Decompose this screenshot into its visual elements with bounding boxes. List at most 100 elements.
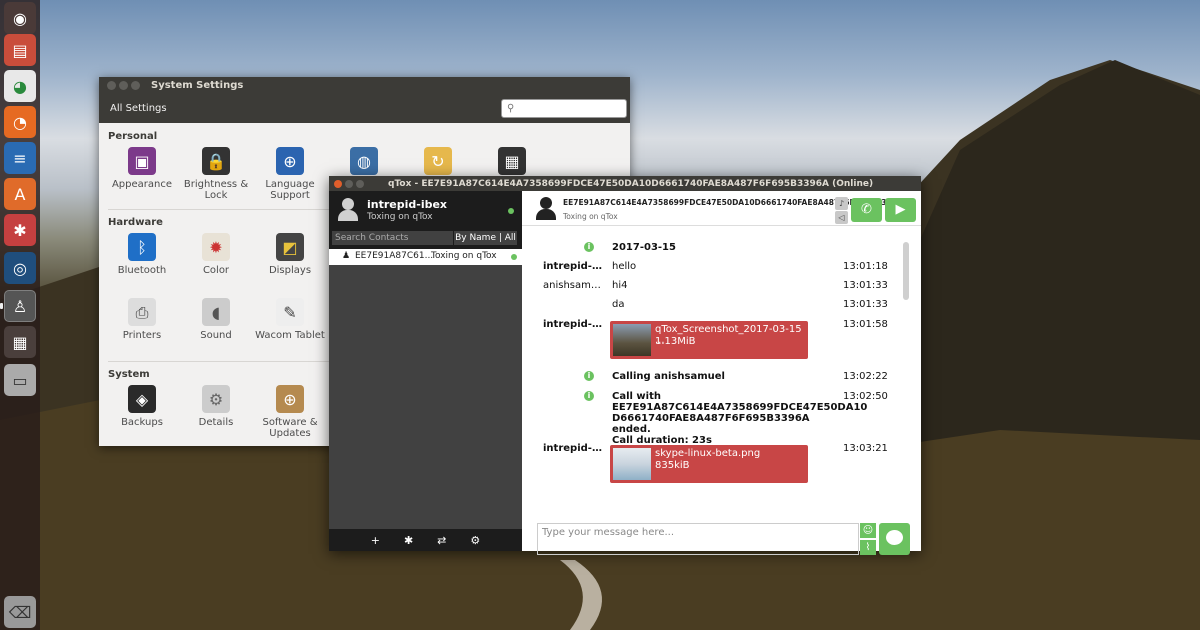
files-icon[interactable]: ▤ [4, 34, 36, 66]
qtox-titlebar: qTox - EE7E91A87C614E4A7358699FDCE47E50D… [329, 176, 921, 191]
settings-search-input[interactable]: ⚲ [501, 99, 627, 118]
message-input[interactable]: Type your message here... [537, 523, 859, 555]
settings-item-hidden-1[interactable]: ◍ [327, 147, 401, 179]
settings-title: System Settings [151, 80, 244, 91]
steam-icon[interactable]: ◎ [4, 252, 36, 284]
file-size: 835kiB [655, 460, 690, 471]
sidebar-toolbar: + ✱ ⇄ ⚙ [329, 529, 522, 551]
settings-item-hidden-3[interactable]: ▦ [475, 147, 549, 179]
time-icon: ↻ [424, 147, 452, 175]
settings-item-color[interactable]: ✹ Color [179, 233, 253, 276]
online-status-icon [511, 254, 517, 260]
file-message: intrepid-i... 13:01:58 qTox_Screenshot_2… [522, 319, 921, 364]
close-icon[interactable] [107, 81, 116, 90]
contact-list-item[interactable]: ♟ EE7E91A87C61... Toxing on qTox [329, 249, 522, 265]
video-call-button[interactable]: ▶ [885, 198, 916, 222]
file-transfer-card[interactable]: skype-linux-beta.png 835kiB [610, 445, 808, 483]
settings-gear-icon[interactable]: ⚙ [470, 534, 480, 547]
info-icon: i [584, 242, 594, 252]
drive-icon[interactable]: ▭ [4, 364, 36, 396]
message-time: 13:01:58 [843, 319, 888, 330]
software-center-icon[interactable]: A [4, 178, 36, 210]
settings-item-software[interactable]: ⊕ Software & Updates [253, 385, 327, 439]
settings-item-label: Printers [122, 330, 162, 341]
settings-item-sound[interactable]: ◖ Sound [179, 298, 253, 341]
settings-item-label: Software & Updates [262, 417, 318, 439]
message-text: da [612, 299, 625, 310]
groupchat-icon[interactable]: ✱ [404, 534, 413, 547]
settings-item-backups[interactable]: ◈ Backups [105, 385, 179, 428]
file-thumbnail [613, 324, 651, 356]
emoji-button[interactable]: ☺ [860, 523, 876, 538]
sort-filter-button[interactable]: By Name | All [454, 231, 517, 245]
system-tools-icon[interactable]: ✱ [4, 214, 36, 246]
settings-item-appearance[interactable]: ▣ Appearance [105, 147, 179, 190]
trash-icon[interactable]: ⌫ [4, 596, 36, 628]
minimize-icon[interactable] [119, 81, 128, 90]
smiley-icon: ☺ [862, 525, 874, 536]
message-time: 13:03:21 [843, 443, 888, 454]
minimize-icon[interactable] [345, 179, 353, 188]
video-camera-icon: ▶ [895, 202, 906, 217]
settings-item-printers[interactable]: ⎙ Printers [105, 298, 179, 341]
chat-panel: EE7E91A87C614E4A7358699FDCE47E50DA10D666… [522, 191, 921, 555]
maximize-icon[interactable] [356, 179, 364, 188]
settings-item-label: Color [202, 265, 230, 276]
privacy-icon: ◍ [350, 147, 378, 175]
message-sender: intrepid-i... [543, 443, 603, 454]
message-time: 13:02:50 [843, 391, 888, 402]
settings-item-details[interactable]: ⚙ Details [179, 385, 253, 428]
volume-icon[interactable]: ◁ [835, 211, 848, 224]
phone-icon: ✆ [861, 202, 872, 217]
transfers-icon[interactable]: ⇄ [437, 534, 446, 547]
unity-launcher: ◉ ▤ ◕ ◔ ≡ A ✱ ◎ ♙ ▦ ▭ ⌫ [0, 0, 40, 630]
attach-file-button[interactable]: ⌇ [860, 540, 876, 555]
settings-item-label: Bluetooth [117, 265, 167, 276]
running-indicator [0, 303, 3, 309]
firefox-icon[interactable]: ◔ [4, 106, 36, 138]
chrome-icon[interactable]: ◕ [4, 70, 36, 102]
chat-header: EE7E91A87C614E4A7358699FDCE47E50DA10D666… [522, 191, 921, 226]
message-time: 13:01:33 [843, 299, 888, 310]
chat-scrollbar[interactable] [903, 242, 909, 300]
message-text: hello [612, 261, 637, 272]
all-settings-button[interactable]: All Settings [110, 103, 167, 114]
paperclip-icon: ⌇ [865, 542, 871, 553]
audio-call-button[interactable]: ✆ [851, 198, 882, 222]
friend-status: Toxing on qTox [563, 212, 618, 221]
microphone-icon[interactable]: ♪ [835, 197, 848, 210]
profile-name[interactable]: intrepid-ibex [367, 198, 447, 211]
avatar [337, 198, 359, 222]
backup-icon: ◈ [128, 385, 156, 413]
settings-item-hidden-2[interactable]: ↻ [401, 147, 475, 179]
speech-bubble-icon [886, 530, 903, 545]
writer-icon[interactable]: ≡ [4, 142, 36, 174]
close-icon[interactable] [334, 179, 342, 188]
settings-item-displays[interactable]: ◩ Displays [253, 233, 327, 276]
qtox-title: qTox - EE7E91A87C614E4A7358699FDCE47E50D… [388, 178, 874, 189]
profile-panel[interactable]: intrepid-ibex Toxing on qTox [329, 191, 522, 229]
search-contacts-input[interactable]: Search Contacts [332, 231, 453, 245]
online-status-icon[interactable] [508, 208, 514, 214]
contact-avatar-icon: ♟ [342, 251, 351, 261]
section-personal: Personal [108, 131, 158, 142]
chat-log: i 2017-03-15 intrepid-i... hello 13:01:1… [522, 226, 921, 516]
workspace-switcher-icon[interactable]: ▦ [4, 326, 36, 358]
settings-item-brightness[interactable]: 🔒 Brightness & Lock [179, 147, 253, 201]
file-name: skype-linux-beta.png [655, 448, 761, 459]
ubuntu-dash-icon[interactable]: ◉ [4, 2, 36, 34]
message-text: hi4 [612, 280, 628, 291]
settings-item-bluetooth[interactable]: ᛒ Bluetooth [105, 233, 179, 276]
tablet-icon: ✎ [276, 298, 304, 326]
send-button[interactable] [879, 523, 910, 555]
maximize-icon[interactable] [131, 81, 140, 90]
settings-item-wacom[interactable]: ✎ Wacom Tablet [253, 298, 327, 341]
message-sender: anishsamuel [543, 280, 603, 291]
file-transfer-card[interactable]: qTox_Screenshot_2017-03-15 ... 1.13MiB [610, 321, 808, 359]
add-friend-icon[interactable]: + [371, 534, 380, 547]
file-thumbnail [613, 448, 651, 480]
settings-item-language[interactable]: ⊕ Language Support [253, 147, 327, 201]
contact-status: Toxing on qTox [431, 251, 497, 261]
profile-status[interactable]: Toxing on qTox [367, 212, 433, 222]
qtox-launcher-icon[interactable]: ♙ [4, 290, 36, 322]
